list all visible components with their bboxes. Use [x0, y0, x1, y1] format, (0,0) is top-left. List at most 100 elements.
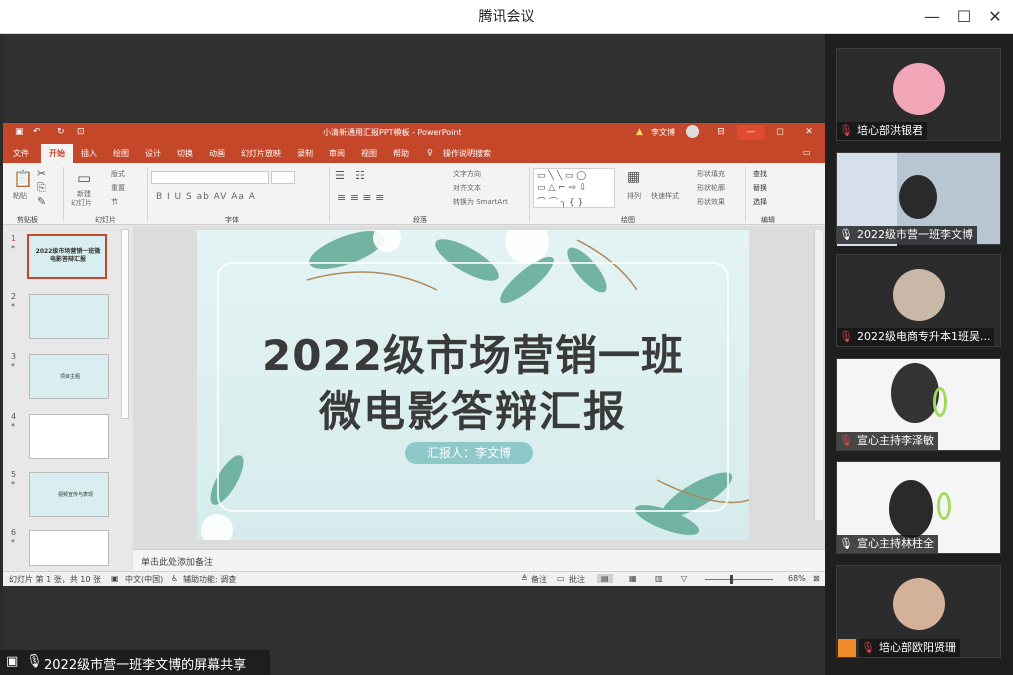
minimize-button[interactable]: — [916, 0, 948, 34]
tab-draw[interactable]: 绘图 [113, 148, 129, 159]
comment-icon[interactable]: ▭ [803, 148, 811, 157]
ppt-user-name[interactable]: 李文博 [651, 127, 675, 138]
ribbon-display-icon[interactable]: ⊟ [712, 125, 730, 139]
video-person [891, 363, 939, 423]
logo-mark [937, 492, 951, 520]
maximize-button[interactable]: ☐ [948, 0, 980, 34]
slide-thumb-1[interactable]: 2022级市场营销一班微电影答辩汇报 [27, 234, 107, 279]
tab-help[interactable]: 帮助 [393, 148, 409, 159]
slideshow-view-icon[interactable]: ▽ [681, 574, 687, 583]
ppt-restore-icon[interactable]: ◻ [771, 125, 789, 139]
fit-slide-icon[interactable]: ⊠ [813, 574, 820, 583]
tab-review[interactable]: 审阅 [329, 148, 345, 159]
zoom-level[interactable]: 68% [788, 574, 806, 583]
current-slide[interactable]: 2022级市场营销一班 微电影答辩汇报 汇报人：李文博 [197, 230, 749, 540]
comments-button[interactable]: 批注 [569, 574, 585, 585]
participant-tile[interactable]: 🎙 宣心主持李泽敏 [836, 358, 1001, 451]
font-size-dropdown[interactable] [271, 171, 295, 184]
new-slide-button-2[interactable]: 幻灯片 [71, 198, 92, 208]
thumb-star: * [11, 302, 15, 311]
slide-thumb-2[interactable] [29, 294, 109, 339]
thumb-number: 3 [11, 352, 17, 361]
slide-thumb-3[interactable]: 项目主题 [29, 354, 109, 399]
tab-record[interactable]: 录制 [297, 148, 313, 159]
copy-icon[interactable]: ⎘ [37, 181, 46, 195]
shape-outline-button[interactable]: 形状轮廓 [697, 183, 725, 193]
notes-button[interactable]: 备注 [531, 574, 547, 585]
video-person [889, 480, 933, 538]
bullets-icon[interactable]: ☰ [335, 169, 345, 182]
participant-name: 2022级市营一班李文博 [856, 228, 973, 241]
ppt-minimize-icon[interactable]: — [742, 125, 760, 139]
format-painter-icon[interactable]: ✎ [37, 195, 46, 208]
tab-animations[interactable]: 动画 [209, 148, 225, 159]
text-direction-button[interactable]: 文字方向 [453, 169, 481, 179]
slide-thumb-6[interactable] [29, 530, 109, 566]
language-status[interactable]: 中文(中国) [125, 574, 163, 585]
font-format-buttons[interactable]: B I U S ab AV Aa A [156, 192, 256, 202]
align-text-button[interactable]: 对齐文本 [453, 183, 481, 193]
replace-button[interactable]: 替换 [753, 183, 767, 193]
paste-button[interactable]: 粘贴 [13, 191, 27, 201]
undo-icon[interactable]: ↶ [33, 127, 41, 137]
screen-share-icon: ▣ [6, 654, 19, 669]
tab-transitions[interactable]: 切换 [177, 148, 193, 159]
redo-icon[interactable]: ↻ [57, 127, 65, 137]
participant-tile[interactable]: 🎙 2022级电商专升本1班吴... [836, 254, 1001, 347]
tab-home[interactable]: 开始 [49, 148, 65, 159]
close-button[interactable]: ✕ [979, 0, 1011, 34]
numbering-icon[interactable]: ☷ [355, 169, 365, 182]
paste-icon[interactable]: 📋 [13, 169, 33, 188]
arrange-button[interactable]: 排列 [627, 191, 641, 201]
participant-tile[interactable]: 🎙 2022级市营一班李文博 [836, 152, 1001, 246]
zoom-slider[interactable] [705, 579, 773, 580]
quick-styles-button[interactable]: 快速样式 [651, 191, 679, 201]
arrange-icon[interactable]: ▦ [627, 169, 640, 185]
sorter-view-icon[interactable]: ▦ [629, 574, 637, 583]
tab-design[interactable]: 设计 [145, 148, 161, 159]
notes-placeholder[interactable]: 单击此处添加备注 [141, 555, 213, 568]
smartart-button[interactable]: 转换为 SmartArt [453, 197, 508, 207]
spellcheck-icon[interactable]: ▣ [111, 574, 119, 583]
tab-slideshow[interactable]: 幻灯片放映 [241, 148, 281, 159]
participant-tile[interactable]: 🎙 培心部欧阳贤珊 [836, 565, 1001, 658]
select-button[interactable]: 选择 [753, 197, 767, 207]
reading-view-icon[interactable]: ▥ [655, 574, 663, 583]
participant-tile[interactable]: 🎙 培心部洪银君 [836, 48, 1001, 141]
tell-me-search[interactable]: 操作说明搜索 [443, 148, 491, 159]
shapes-gallery[interactable]: ▭ ╲ ╲ ▭ ◯ ▭ △ ⌐ ⇨ ⇩ ⌒ ⌒ ╮ { } [533, 168, 615, 208]
save-icon[interactable]: ▣ [15, 127, 24, 137]
layout-button[interactable]: 版式 [111, 169, 125, 179]
participant-tile[interactable]: 🎙 宣心主持林柱全 [836, 461, 1001, 554]
present-icon[interactable]: ⊡ [77, 127, 85, 137]
reset-button[interactable]: 重置 [111, 183, 125, 193]
comments-icon: ▭ [557, 574, 565, 583]
shapes-icon-row2[interactable]: ▭ △ ⌐ ⇨ ⇩ [537, 183, 587, 193]
ppt-doc-title: 小清新通用汇报PPT模板 - PowerPoint [323, 128, 462, 137]
new-slide-icon[interactable]: ▭ [77, 169, 91, 187]
slide-thumb-4[interactable] [29, 414, 109, 459]
tab-view[interactable]: 视图 [361, 148, 377, 159]
notes-pane[interactable]: 单击此处添加备注 [133, 549, 825, 571]
slide-scrollbar[interactable] [814, 230, 823, 520]
shape-effects-button[interactable]: 形状效果 [697, 197, 725, 207]
tab-insert[interactable]: 插入 [81, 148, 97, 159]
group-editing: 编辑 [761, 216, 775, 224]
font-name-dropdown[interactable] [151, 171, 269, 184]
shapes-icon[interactable]: ▭ ╲ ╲ ▭ ◯ [537, 171, 586, 181]
thumbnails-scrollbar[interactable] [121, 229, 129, 419]
zoom-slider-handle[interactable] [730, 575, 733, 584]
ppt-user-avatar[interactable] [686, 125, 699, 138]
section-button[interactable]: 节 [111, 197, 118, 207]
accessibility-status[interactable]: 辅助功能: 调查 [183, 574, 236, 585]
tab-file[interactable]: 文件 [13, 148, 29, 159]
ppt-close-icon[interactable]: ✕ [800, 125, 818, 139]
shapes-icon-row3[interactable]: ⌒ ⌒ ╮ { } [537, 195, 583, 208]
shape-fill-button[interactable]: 形状填充 [697, 169, 725, 179]
align-buttons-icon[interactable]: ≡ ≡ ≡ ≡ [337, 191, 384, 204]
cut-icon[interactable]: ✂ [37, 167, 46, 180]
normal-view-icon[interactable]: ▤ [597, 574, 613, 583]
thumb-caption: 视频宣传与表现 [58, 492, 94, 498]
find-button[interactable]: 查找 [753, 169, 767, 179]
slide-thumb-5[interactable]: 视频宣传与表现 [29, 472, 109, 517]
